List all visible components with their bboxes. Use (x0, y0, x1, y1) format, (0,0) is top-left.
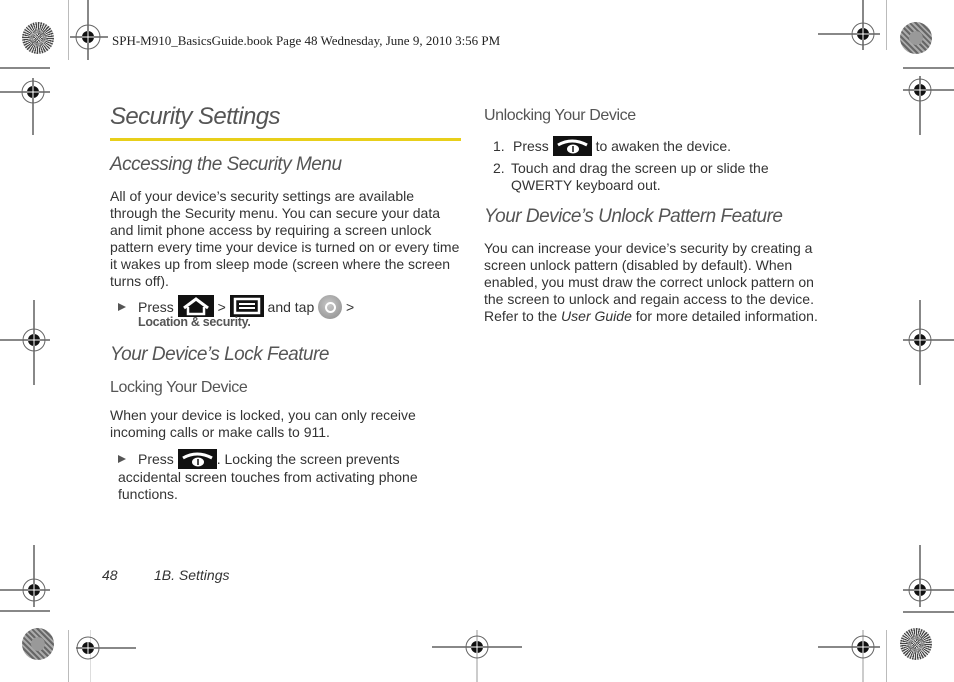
home-key-icon (177, 295, 214, 317)
bullet-arrow-icon (118, 455, 126, 463)
step-1-text: to awaken the device. (595, 138, 731, 154)
step-number: 1. (493, 138, 505, 154)
section-paragraph-unlock-pattern: You can increase your device’s security … (484, 240, 834, 325)
section-heading-lock: Your Device’s Lock Feature (110, 344, 330, 365)
unlock-step-2: 2. Touch and drag the screen up or slide… (493, 160, 813, 194)
step-press-label: Press (138, 451, 174, 467)
title-underline (110, 138, 461, 141)
end-power-key-icon (552, 136, 592, 156)
footer-section-name: 1B. Settings (154, 567, 230, 583)
end-power-key-icon (177, 449, 217, 469)
settings-icon (318, 295, 343, 319)
page-title: Security Settings (110, 103, 280, 130)
bullet-arrow-icon (118, 303, 126, 311)
section-heading-accessing: Accessing the Security Menu (110, 154, 342, 175)
step-2-text: Touch and drag the screen up or slide th… (511, 160, 769, 193)
unlock-step-1: 1. Press to awaken the device. (493, 136, 843, 156)
paragraph-text: for more detailed information. (631, 308, 818, 324)
subheading-unlocking: Unlocking Your Device (484, 107, 636, 124)
section-paragraph-locking: When your device is locked, you can only… (110, 407, 416, 440)
print-header: SPH-M910_BasicsGuide.book Page 48 Wednes… (112, 33, 501, 48)
separator-gt: > (346, 299, 355, 315)
step-lock-device: Press . Locking the screen prevents acci… (118, 449, 458, 503)
user-guide-reference: User Guide (561, 308, 632, 324)
location-security-label: Location & security. (138, 315, 251, 329)
and-tap-label: and tap (267, 299, 315, 315)
separator-gt: > (217, 299, 226, 315)
step-number: 2. (493, 160, 505, 176)
subheading-locking: Locking Your Device (110, 379, 248, 396)
section-paragraph-accessing: All of your device’s security settings a… (110, 188, 460, 289)
step-press-label: Press (513, 138, 549, 154)
section-heading-unlock-pattern: Your Device’s Unlock Pattern Feature (484, 206, 783, 227)
menu-key-icon (229, 295, 264, 317)
step-press-label: Press (138, 299, 174, 315)
page-number: 48 (102, 567, 118, 583)
